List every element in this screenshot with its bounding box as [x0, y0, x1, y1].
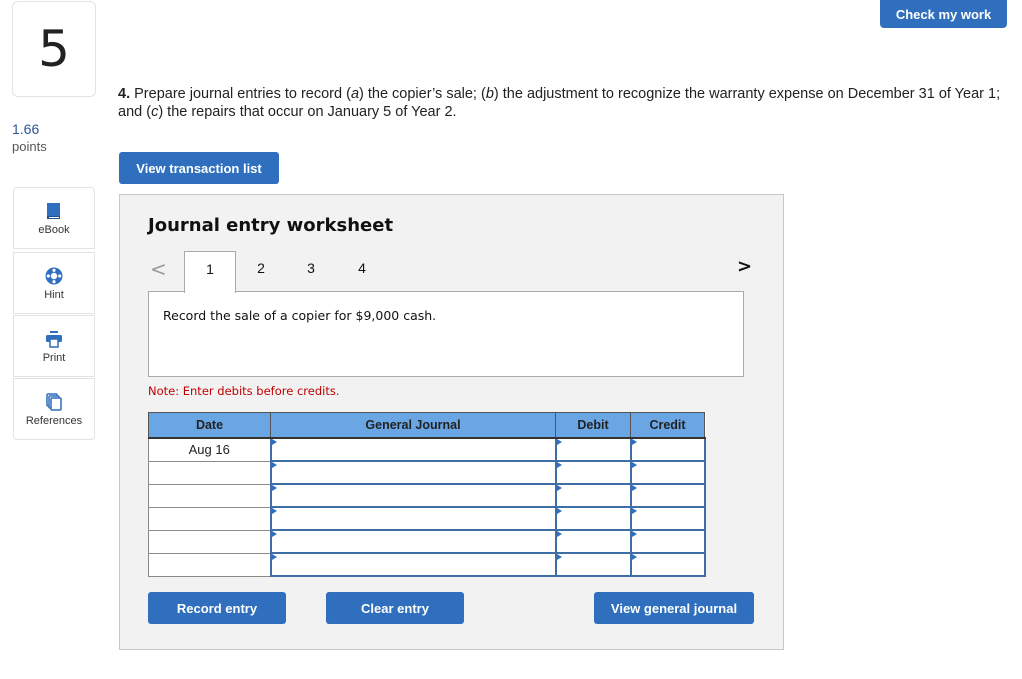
record-entry-button[interactable]: Record entry [148, 592, 286, 624]
table-row [148, 506, 706, 531]
account-select[interactable] [269, 483, 557, 508]
question-label-b: b [485, 86, 494, 102]
debit-credit-note: Note: Enter debits before credits. [148, 384, 340, 398]
sidebar-item-label: References [25, 415, 83, 427]
date-cell: Aug 16 [148, 437, 271, 462]
copy-icon [46, 393, 62, 411]
tab-4[interactable]: 4 [337, 251, 387, 292]
worksheet-title: Journal entry worksheet [148, 215, 394, 236]
debit-input[interactable] [554, 437, 632, 462]
sidebar-item-hint[interactable]: Hint [13, 252, 95, 314]
header-credit: Credit [630, 412, 705, 439]
table-row [148, 552, 706, 577]
question-text-part: ) the copier’s sale; ( [359, 86, 486, 102]
sidebar-item-label: Print [42, 352, 66, 364]
account-select[interactable] [269, 460, 557, 485]
lifebuoy-icon [45, 267, 63, 285]
credit-input[interactable] [629, 529, 706, 554]
date-cell [148, 460, 271, 485]
account-select[interactable] [269, 529, 557, 554]
question-text-part: ) the repairs that occur on January 5 of… [158, 104, 457, 120]
date-cell [148, 529, 271, 554]
clear-entry-button[interactable]: Clear entry [326, 592, 464, 624]
sidebar-item-ebook[interactable]: eBook [13, 187, 95, 249]
date-cell [148, 506, 271, 531]
table-row [148, 460, 706, 485]
header-general-journal: General Journal [270, 412, 556, 439]
question-number-box: 5 [12, 1, 96, 97]
credit-input[interactable] [629, 506, 706, 531]
printer-icon [46, 331, 62, 348]
tab-3[interactable]: 3 [286, 251, 336, 292]
table-row: Aug 16 [148, 437, 706, 462]
header-debit: Debit [555, 412, 631, 439]
sidebar-item-label: eBook [38, 224, 70, 236]
journal-entry-worksheet: Journal entry worksheet < 1 2 3 4 > Reco… [119, 194, 784, 650]
points-value: 1.66 [12, 121, 40, 137]
next-arrow-icon[interactable]: > [737, 256, 752, 277]
debit-input[interactable] [554, 552, 632, 577]
previous-arrow-icon[interactable]: < [150, 257, 167, 281]
book-icon [47, 203, 60, 219]
debit-input[interactable] [554, 529, 632, 554]
view-transaction-list-button[interactable]: View transaction list [119, 152, 279, 184]
account-select[interactable] [269, 552, 557, 577]
journal-table: Date General Journal Debit Credit Aug 16 [148, 412, 706, 577]
transaction-prompt: Record the sale of a copier for $9,000 c… [163, 308, 437, 323]
check-my-work-button[interactable]: Check my work [880, 0, 1007, 28]
debit-input[interactable] [554, 506, 632, 531]
table-row [148, 483, 706, 508]
account-select[interactable] [269, 506, 557, 531]
sidebar-item-print[interactable]: Print [13, 315, 95, 377]
debit-input[interactable] [554, 460, 632, 485]
table-header-row: Date General Journal Debit Credit [148, 412, 705, 439]
transaction-prompt-box: Record the sale of a copier for $9,000 c… [148, 291, 744, 377]
credit-input[interactable] [629, 483, 706, 508]
points-label: points [12, 139, 47, 154]
question-text-part: Prepare journal entries to record ( [134, 86, 351, 102]
tab-2[interactable]: 2 [236, 251, 286, 292]
question-number: 5 [38, 20, 70, 78]
table-row [148, 529, 706, 554]
date-cell [148, 483, 271, 508]
question-text: 4. Prepare journal entries to record (a)… [118, 85, 1008, 121]
view-general-journal-button[interactable]: View general journal [594, 592, 754, 624]
account-select[interactable] [269, 437, 557, 462]
sidebar-item-label: Hint [44, 289, 64, 301]
tab-1[interactable]: 1 [184, 251, 236, 293]
credit-input[interactable] [629, 552, 706, 577]
debit-input[interactable] [554, 483, 632, 508]
question-part-number: 4. [118, 86, 131, 102]
credit-input[interactable] [629, 460, 706, 485]
question-label-a: a [350, 86, 360, 102]
header-date: Date [148, 412, 271, 439]
date-cell [148, 552, 271, 577]
sidebar-item-references[interactable]: References [13, 378, 95, 440]
credit-input[interactable] [629, 437, 706, 462]
